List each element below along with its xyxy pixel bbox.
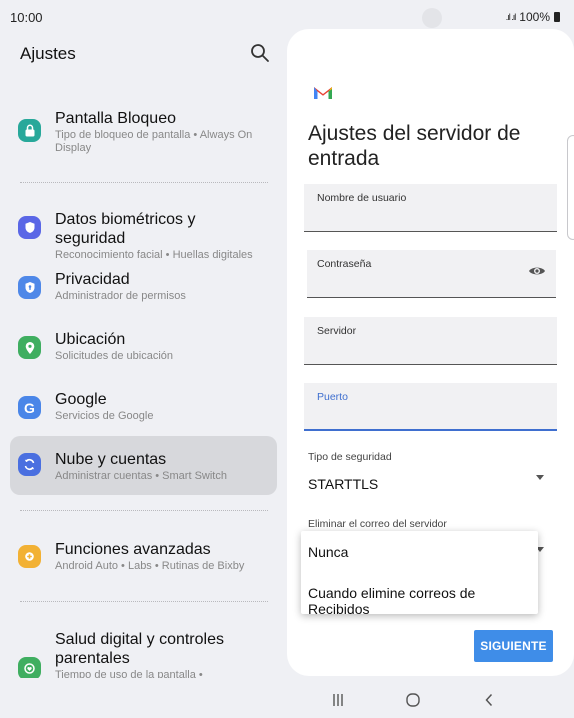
security-type-label: Tipo de seguridad [308,451,392,463]
shield-icon [18,216,41,239]
battery-level: 100% [519,10,550,24]
signal-icon: .ıl .ıl [505,12,516,22]
divider [20,182,268,183]
scrollbar[interactable] [567,135,574,240]
port-field[interactable]: Puerto [304,383,557,431]
search-icon[interactable] [250,43,270,63]
server-field[interactable]: Servidor [304,317,557,365]
item-title: Pantalla Bloqueo [55,110,176,127]
settings-item-advanced-features[interactable]: Funciones avanzadas Android Auto • Labs … [10,540,277,580]
password-field[interactable]: Contraseña [307,250,556,298]
port-label: Puerto [317,391,348,403]
item-subtitle: Tipo de bloqueo de pantalla • Always On … [55,129,253,154]
item-title: Salud digital y controles parentales [55,631,224,667]
settings-item-location[interactable]: Ubicación Solicitudes de ubicación [10,330,277,370]
password-label: Contraseña [317,258,372,270]
item-subtitle: Administrador de permisos [55,290,186,302]
item-title: Google [55,391,107,408]
home-icon[interactable] [399,688,427,712]
security-type-value[interactable]: STARTTLS [308,476,378,492]
settings-item-cloud-accounts[interactable]: Nube y cuentas Administrar cuentas • Sma… [10,436,277,495]
status-icons: .ıl .ıl 100% [506,10,560,24]
privacy-shield-icon [18,276,41,299]
item-title: Ubicación [55,331,126,348]
page-title: Ajustes del servidor de entrada [308,122,521,170]
dropdown-option-never[interactable]: Nunca [308,544,348,560]
item-title: Privacidad [55,271,130,288]
battery-icon [554,12,560,22]
gear-plus-icon [18,545,41,568]
server-label: Servidor [317,325,357,337]
item-subtitle: Tiempo de uso de la pantalla • [55,669,203,678]
username-field[interactable]: Nombre de usuario [304,184,557,232]
dropdown-option-when-deleted-inbox[interactable]: Cuando elimine correos de Recibidos [308,585,538,617]
settings-item-privacy[interactable]: Privacidad Administrador de permisos [10,270,277,310]
delete-email-dropdown: Nunca Cuando elimine correos de Recibido… [301,531,538,617]
divider [20,601,268,602]
recent-apps-icon[interactable] [324,688,352,712]
settings-item-biometrics[interactable]: Datos biométricos y seguridad Reconocimi… [10,210,277,261]
settings-item-digital-wellbeing[interactable]: Salud digital y controles parentales Tie… [10,630,277,678]
delete-email-label: Eliminar el correo del servidor [308,518,447,530]
next-button[interactable]: SIGUIENTE [474,630,553,662]
sync-icon [18,453,41,476]
google-icon: G [18,396,41,419]
lock-icon [18,119,41,142]
divider [20,510,268,511]
item-subtitle: Reconocimiento facial • Huellas digitale… [55,249,253,261]
location-pin-icon [18,336,41,359]
front-camera [422,8,442,28]
item-title: Datos biométricos y seguridad [55,211,196,247]
navigation-bar [0,682,574,718]
settings-title: Ajustes [20,44,76,63]
item-subtitle: Administrar cuentas • Smart Switch [55,470,227,482]
digital-wellbeing-icon [18,657,41,678]
item-subtitle: Solicitudes de ubicación [55,350,174,362]
eye-icon[interactable] [528,264,546,278]
settings-item-google[interactable]: G Google Servicios de Google [10,390,277,430]
chevron-down-icon[interactable] [536,475,544,480]
item-title: Funciones avanzadas [55,541,211,558]
status-time: 10:00 [10,10,43,25]
item-title: Nube y cuentas [55,451,167,468]
back-icon[interactable] [475,688,503,712]
item-subtitle: Servicios de Google [55,410,154,422]
username-label: Nombre de usuario [317,192,407,204]
gmail-icon [314,87,332,99]
item-subtitle: Android Auto • Labs • Rutinas de Bixby [55,560,245,572]
settings-item-lock-screen[interactable]: Pantalla Bloqueo Tipo de bloqueo de pant… [10,108,277,158]
